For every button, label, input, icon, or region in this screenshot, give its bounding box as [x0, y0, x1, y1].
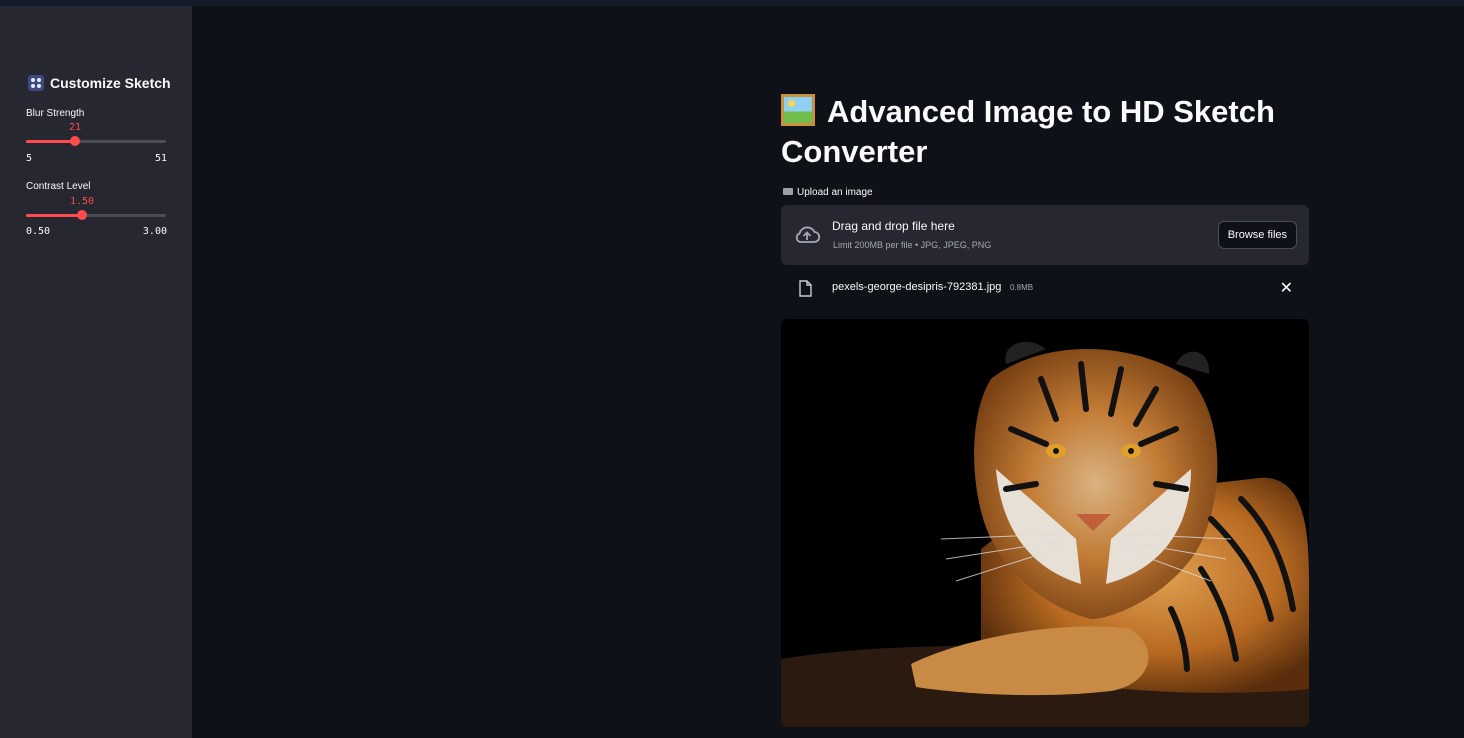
upload-label-text: Upload an image: [797, 187, 873, 198]
tiger-photo: [781, 319, 1309, 727]
blur-strength-thumb[interactable]: [70, 136, 80, 146]
file-name: pexels-george-desipris-792381.jpg: [832, 281, 1002, 293]
contrast-level-label: Contrast Level: [26, 181, 91, 192]
browse-files-button[interactable]: Browse files: [1217, 221, 1297, 249]
contrast-level-thumb[interactable]: [77, 210, 87, 220]
sidebar: Customize Sketch Blur Strength 21 5 51 C…: [0, 6, 192, 738]
contrast-level-value: 1.50: [69, 196, 95, 207]
keyboard-icon: [783, 188, 793, 195]
close-icon[interactable]: ✕: [1280, 278, 1293, 298]
page-title-text: Advanced Image to HD Sketch Converter: [781, 94, 1275, 169]
page-title: Advanced Image to HD Sketch Converter: [781, 92, 1321, 172]
blur-strength-max: 51: [154, 153, 167, 164]
dropzone-instructions: Drag and drop file here: [832, 219, 955, 233]
framed-picture-icon: [781, 94, 815, 126]
file-icon: [799, 280, 812, 297]
cloud-upload-icon: [795, 226, 821, 243]
sidebar-title-text: Customize Sketch: [50, 75, 171, 91]
uploaded-image-preview: [781, 319, 1309, 727]
control-knobs-icon: [28, 75, 44, 91]
uploaded-file-row: pexels-george-desipris-792381.jpg 0.8MB …: [781, 272, 1309, 304]
top-header-bar: [0, 0, 1464, 6]
blur-strength-min: 5: [26, 153, 33, 164]
blur-strength-fill: [26, 140, 75, 143]
contrast-level-fill: [26, 214, 82, 217]
upload-label: Upload an image: [783, 187, 873, 198]
contrast-level-max: 3.00: [142, 226, 167, 237]
sidebar-title: Customize Sketch: [28, 75, 171, 91]
file-size: 0.8MB: [1010, 283, 1034, 292]
contrast-level-min: 0.50: [26, 226, 51, 237]
file-dropzone[interactable]: Drag and drop file here Limit 200MB per …: [781, 205, 1309, 265]
dropzone-limit: Limit 200MB per file • JPG, JPEG, PNG: [833, 240, 992, 250]
blur-strength-value: 21: [68, 122, 82, 133]
blur-strength-label: Blur Strength: [26, 108, 85, 119]
blur-strength-track[interactable]: [26, 136, 166, 146]
blur-strength-slider[interactable]: Blur Strength 21 5 51: [26, 108, 167, 164]
contrast-level-slider[interactable]: Contrast Level 1.50 0.50 3.00: [26, 181, 167, 237]
contrast-level-track[interactable]: [26, 210, 166, 220]
